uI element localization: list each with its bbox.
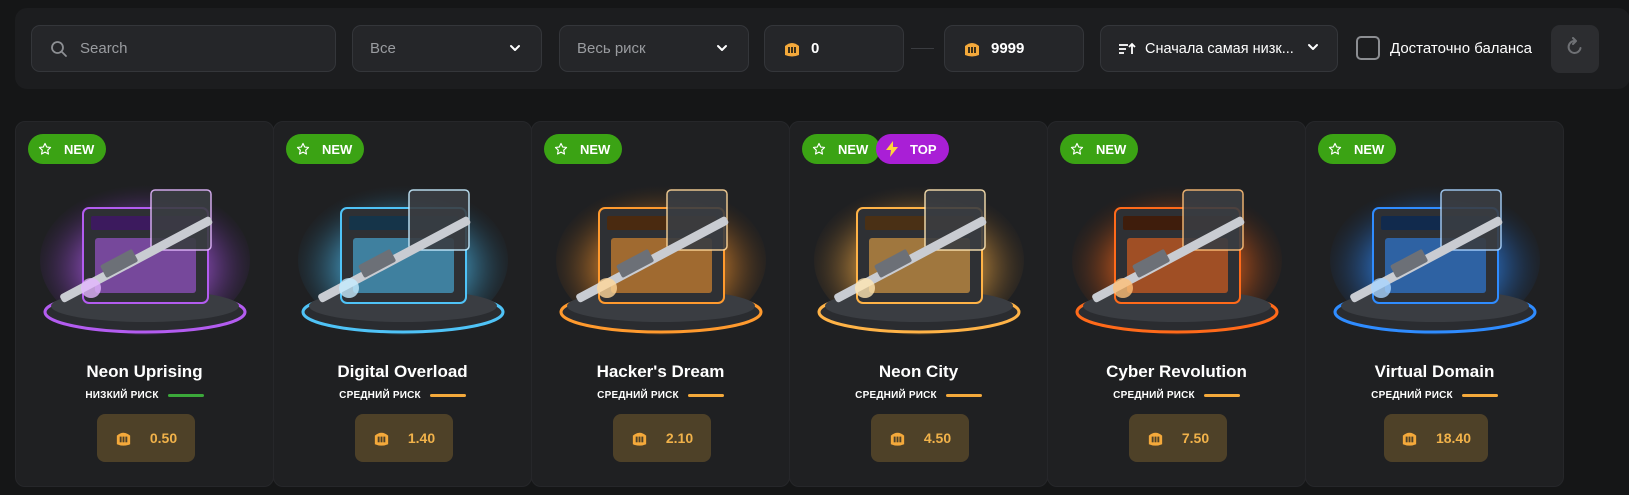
case-price: 4.50 <box>923 430 952 446</box>
star-icon <box>1070 142 1090 156</box>
badge-label: NEW <box>580 141 611 157</box>
risk-indicator: НИЗКИЙ РИСК <box>16 390 273 401</box>
coin-icon <box>962 39 982 63</box>
sort-select[interactable]: Сначала самая низк... <box>1100 25 1338 72</box>
star-icon <box>554 142 574 156</box>
star-icon <box>1328 142 1348 156</box>
balance-checkbox-label: Достаточно баланса <box>1390 39 1533 57</box>
case-title: Neon Uprising <box>86 362 203 381</box>
case-card[interactable]: NEW TOP Neon City СРЕДНИЙ РИСК 4.50 <box>789 121 1048 487</box>
case-title: Neon City <box>878 362 959 381</box>
range-separator <box>911 48 934 49</box>
case-image[interactable] <box>289 160 518 338</box>
case-price: 0.50 <box>149 430 178 446</box>
risk-bar <box>1461 394 1498 397</box>
case-card[interactable]: NEW Cyber Revolution СРЕДНИЙ РИСК 7.50 <box>1047 121 1306 487</box>
open-case-price-button[interactable]: 1.40 <box>354 414 453 462</box>
risk-label: СРЕДНИЙ РИСК <box>1371 390 1453 401</box>
case-card[interactable]: NEW Virtual Domain СРЕДНИЙ РИСК 18.40 <box>1305 121 1564 487</box>
risk-indicator: СРЕДНИЙ РИСК <box>1306 390 1563 401</box>
sort-icon <box>1118 41 1136 61</box>
risk-select[interactable]: Весь риск <box>559 25 749 72</box>
star-icon <box>812 142 832 156</box>
badge-label: NEW <box>838 141 869 157</box>
search-placeholder: Search <box>80 40 128 57</box>
risk-select-value: Весь риск <box>577 40 646 57</box>
risk-indicator: СРЕДНИЙ РИСК <box>1048 390 1305 401</box>
chevron-down-icon <box>1307 41 1319 57</box>
price-max-input[interactable]: 9999 <box>944 25 1084 72</box>
risk-bar <box>1203 394 1240 397</box>
star-icon <box>38 142 58 156</box>
case-card[interactable]: NEW Neon Uprising НИЗКИЙ РИСК 0.50 <box>15 121 274 487</box>
chevron-down-icon <box>716 41 728 58</box>
risk-label: СРЕДНИЙ РИСК <box>339 390 421 401</box>
risk-bar <box>167 394 204 397</box>
price-min-value: 0 <box>811 40 820 57</box>
open-case-price-button[interactable]: 18.40 <box>1383 414 1488 462</box>
refresh-icon <box>1565 36 1585 62</box>
case-title: Cyber Revolution <box>1106 362 1247 381</box>
lightning-icon <box>886 141 904 157</box>
search-icon <box>50 40 68 62</box>
coin-icon <box>114 429 142 448</box>
case-price: 2.10 <box>665 430 694 446</box>
case-title: Virtual Domain <box>1374 362 1495 381</box>
coin-icon <box>372 429 400 448</box>
badge-label: NEW <box>64 141 95 157</box>
case-image[interactable] <box>31 160 260 338</box>
risk-indicator: СРЕДНИЙ РИСК <box>790 390 1047 401</box>
badge-label: NEW <box>1096 141 1127 157</box>
risk-indicator: СРЕДНИЙ РИСК <box>532 390 789 401</box>
star-icon <box>296 142 316 156</box>
case-title: Hacker's Dream <box>596 362 725 381</box>
risk-label: СРЕДНИЙ РИСК <box>855 390 937 401</box>
case-image[interactable] <box>547 160 776 338</box>
case-image[interactable] <box>1321 160 1550 338</box>
risk-bar <box>945 394 982 397</box>
case-title: Digital Overload <box>337 362 468 381</box>
refresh-button[interactable] <box>1551 25 1599 73</box>
badge-label: TOP <box>910 141 937 157</box>
coin-icon <box>888 429 916 448</box>
case-card[interactable]: NEW Digital Overload СРЕДНИЙ РИСК 1.40 <box>273 121 532 487</box>
price-max-value: 9999 <box>991 40 1025 57</box>
open-case-price-button[interactable]: 7.50 <box>1128 414 1227 462</box>
open-case-price-button[interactable]: 4.50 <box>870 414 969 462</box>
case-price: 18.40 <box>1435 430 1472 446</box>
badge-label: NEW <box>1354 141 1385 157</box>
open-case-price-button[interactable]: 2.10 <box>612 414 711 462</box>
risk-indicator: СРЕДНИЙ РИСК <box>274 390 531 401</box>
badge-label: NEW <box>322 141 353 157</box>
case-price: 7.50 <box>1181 430 1210 446</box>
sort-select-value: Сначала самая низк... <box>1145 40 1294 57</box>
category-select[interactable]: Все <box>352 25 542 72</box>
coin-icon <box>782 39 802 63</box>
case-image[interactable] <box>1063 160 1292 338</box>
coin-icon <box>1146 429 1174 448</box>
category-select-value: Все <box>370 40 396 57</box>
chevron-down-icon <box>509 41 521 58</box>
coin-icon <box>1400 429 1428 448</box>
risk-bar <box>687 394 724 397</box>
coin-icon <box>630 429 658 448</box>
balance-filter[interactable]: Достаточно баланса <box>1356 36 1532 60</box>
open-case-price-button[interactable]: 0.50 <box>96 414 195 462</box>
risk-label: СРЕДНИЙ РИСК <box>597 390 679 401</box>
search-input[interactable]: Search <box>31 25 336 72</box>
case-price: 1.40 <box>407 430 436 446</box>
case-image[interactable] <box>805 160 1034 338</box>
risk-label: СРЕДНИЙ РИСК <box>1113 390 1195 401</box>
case-card[interactable]: NEW Hacker's Dream СРЕДНИЙ РИСК 2.10 <box>531 121 790 487</box>
risk-bar <box>429 394 466 397</box>
risk-label: НИЗКИЙ РИСК <box>85 390 159 401</box>
price-min-input[interactable]: 0 <box>764 25 904 72</box>
balance-checkbox[interactable] <box>1356 36 1380 60</box>
